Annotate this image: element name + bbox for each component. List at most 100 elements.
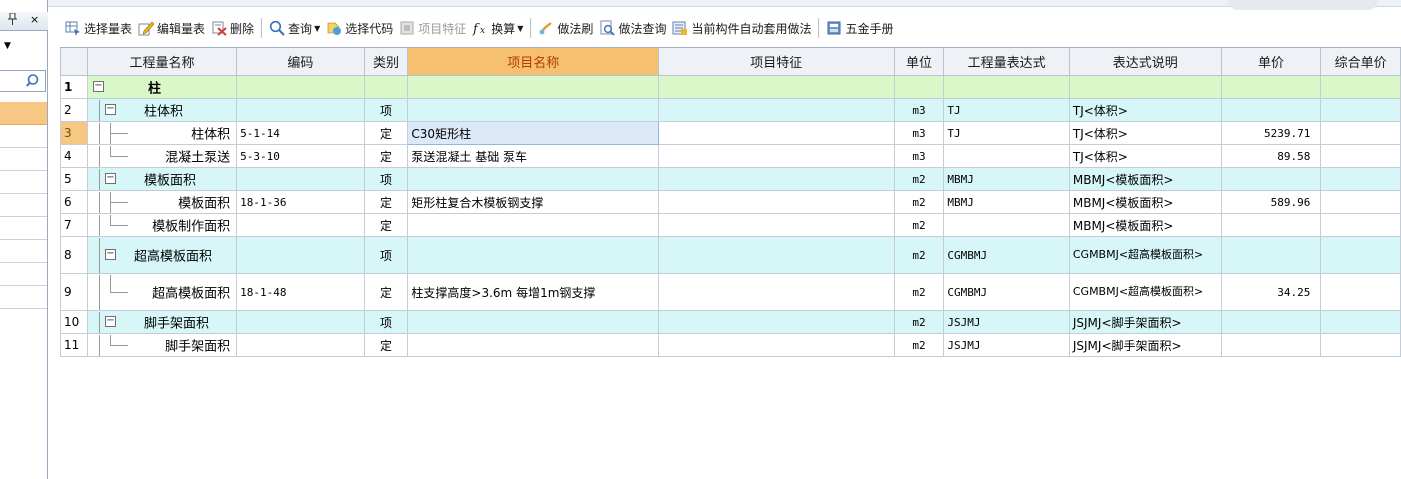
code-cell[interactable] (236, 236, 365, 274)
item-name-cell[interactable] (407, 213, 660, 237)
row-number[interactable]: 9 (60, 273, 88, 311)
collapse-icon[interactable]: − (104, 249, 116, 260)
category-cell[interactable] (363, 75, 409, 99)
unit-price-cell[interactable] (1220, 236, 1322, 274)
collapse-icon[interactable]: − (104, 173, 116, 184)
list-item[interactable] (0, 286, 47, 309)
unit-cell[interactable] (893, 75, 945, 99)
row-number[interactable]: 11 (60, 333, 88, 357)
list-item[interactable] (0, 171, 47, 194)
item-feature-cell[interactable] (658, 333, 895, 357)
unit-cell[interactable]: m3 (893, 121, 945, 145)
quantity-name-cell[interactable]: 混凝土泵送 (86, 144, 238, 168)
pin-icon[interactable] (8, 12, 17, 28)
code-cell[interactable] (236, 213, 365, 237)
table-row[interactable]: 6 模板面积 18-1-36 定矩形柱复合木模板钢支撑 m2 MBMJ MBMJ<模板面积>… (60, 190, 1401, 214)
item-feature-cell[interactable] (658, 213, 895, 237)
code-cell[interactable] (236, 333, 365, 357)
item-feature-cell[interactable] (658, 98, 895, 122)
expression-cell[interactable] (943, 213, 1070, 237)
item-feature-cell[interactable] (658, 310, 895, 334)
code-cell[interactable]: 5-1-14 (236, 121, 365, 145)
row-number[interactable]: 10 (60, 310, 88, 334)
item-feature-cell[interactable] (658, 236, 895, 274)
expression-desc-cell[interactable]: TJ<体积> (1068, 121, 1222, 145)
list-item[interactable] (0, 148, 47, 171)
composite-price-cell[interactable] (1320, 144, 1401, 168)
list-item[interactable] (0, 125, 47, 148)
list-item[interactable] (0, 263, 47, 286)
item-feature-cell[interactable] (658, 75, 895, 99)
select-code-button[interactable]: 选择代码 (323, 16, 396, 40)
item-name-cell[interactable]: 矩形柱复合木模板钢支撑 (407, 190, 660, 214)
quantity-name-cell[interactable]: 柱体积 (86, 121, 238, 145)
column-header[interactable]: 单位 (893, 48, 945, 76)
category-cell[interactable]: 项 (363, 236, 409, 274)
expression-cell[interactable]: CGMBMJ (943, 236, 1070, 274)
item-name-cell[interactable] (407, 98, 660, 122)
chevron-down-icon[interactable]: ▼ (517, 24, 523, 33)
item-feature-cell[interactable] (658, 167, 895, 191)
unit-cell[interactable]: m2 (893, 310, 945, 334)
table-row[interactable]: 3 柱体积 5-1-14 定 C30矩形柱 m3 TJ TJ<体积> 5239.71 (60, 121, 1401, 145)
quantity-name-cell[interactable]: − 柱体积 (86, 98, 238, 122)
column-header[interactable]: 项目特征 (658, 48, 895, 76)
item-name-cell[interactable] (407, 310, 660, 334)
category-cell[interactable]: 定 (363, 190, 409, 214)
row-number[interactable]: 4 (60, 144, 88, 168)
composite-price-cell[interactable] (1320, 310, 1401, 334)
composite-price-cell[interactable] (1320, 333, 1401, 357)
method-brush-button[interactable]: 做法刷 (535, 16, 596, 40)
table-row[interactable]: 4 混凝土泵送 5-3-10 定泵送混凝土 基础 泵车 m3 TJ<体积> 89.58 (60, 144, 1401, 168)
category-cell[interactable]: 定 (363, 273, 409, 311)
composite-price-cell[interactable] (1320, 75, 1401, 99)
category-cell[interactable]: 定 (363, 213, 409, 237)
expression-desc-cell[interactable]: CGMBMJ<超高模板面积> (1068, 273, 1222, 311)
expression-desc-cell[interactable]: JSJMJ<脚手架面积> (1068, 333, 1222, 357)
code-cell[interactable] (236, 310, 365, 334)
edit-table-button[interactable]: 编辑量表 (135, 16, 208, 40)
composite-price-cell[interactable] (1320, 167, 1401, 191)
expression-cell[interactable]: JSJMJ (943, 310, 1070, 334)
quantity-name-cell[interactable]: − 柱 (86, 75, 238, 99)
code-cell[interactable] (236, 98, 365, 122)
column-header[interactable]: 类别 (363, 48, 409, 76)
item-name-cell[interactable] (407, 167, 660, 191)
unit-cell[interactable]: m2 (893, 236, 945, 274)
unit-price-cell[interactable] (1220, 167, 1322, 191)
unit-cell[interactable]: m2 (893, 167, 945, 191)
code-cell[interactable]: 5-3-10 (236, 144, 365, 168)
row-number[interactable]: 2 (60, 98, 88, 122)
quantity-name-cell[interactable]: 超高模板面积 (86, 273, 238, 311)
table-row[interactable]: 2 − 柱体积 项 m3 TJ TJ<体积> (60, 98, 1401, 122)
column-header[interactable]: 工程量表达式 (943, 48, 1070, 76)
unit-cell[interactable]: m2 (893, 273, 945, 311)
table-row[interactable]: 10 − 脚手架面积 项 m2 JSJMJ JSJMJ<脚手架面积> (60, 310, 1401, 334)
unit-cell[interactable]: m2 (893, 333, 945, 357)
chevron-down-icon[interactable]: ▼ (314, 24, 320, 33)
unit-cell[interactable]: m3 (893, 98, 945, 122)
expression-desc-cell[interactable]: JSJMJ<脚手架面积> (1068, 310, 1222, 334)
collapse-icon[interactable]: − (104, 316, 116, 327)
quantity-name-cell[interactable]: − 超高模板面积 (86, 236, 238, 274)
quantity-name-cell[interactable]: − 模板面积 (86, 167, 238, 191)
row-number[interactable]: 7 (60, 213, 88, 237)
unit-price-cell[interactable]: 34.25 (1220, 273, 1322, 311)
quantity-name-cell[interactable]: 模板制作面积 (86, 213, 238, 237)
quantity-name-cell[interactable]: 脚手架面积 (86, 333, 238, 357)
column-header[interactable]: 综合单价 (1320, 48, 1401, 76)
expression-cell[interactable] (943, 75, 1070, 99)
code-cell[interactable] (236, 167, 365, 191)
table-row[interactable]: 5 − 模板面积 项 m2 MBMJ MBMJ<模板面积> (60, 167, 1401, 191)
composite-price-cell[interactable] (1320, 190, 1401, 214)
item-name-cell[interactable]: 泵送混凝土 基础 泵车 (407, 144, 660, 168)
expression-desc-cell[interactable]: CGMBMJ<超高模板面积> (1068, 236, 1222, 274)
item-name-cell[interactable] (407, 75, 660, 99)
table-row[interactable]: 7 模板制作面积 定 m2 MBMJ<模板面积> (60, 213, 1401, 237)
code-cell[interactable]: 18-1-36 (236, 190, 365, 214)
list-item[interactable] (0, 240, 47, 263)
expression-desc-cell[interactable]: TJ<体积> (1068, 144, 1222, 168)
delete-button[interactable]: 删除 (208, 16, 257, 40)
item-feature-cell[interactable] (658, 273, 895, 311)
category-cell[interactable]: 定 (363, 333, 409, 357)
